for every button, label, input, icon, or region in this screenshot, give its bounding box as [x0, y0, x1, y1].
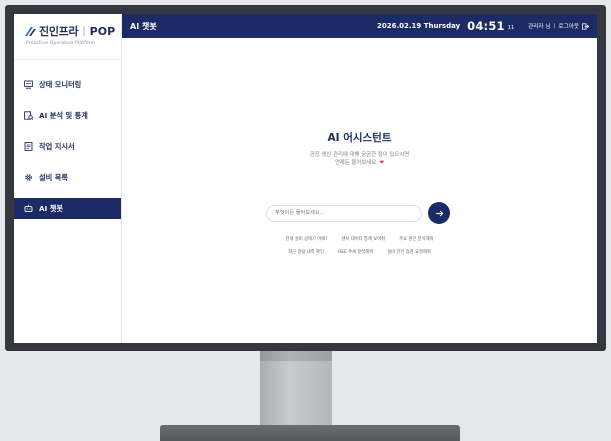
- sidebar-item-label: AI 분석 및 통계: [39, 110, 88, 120]
- sidebar-item-chatbot[interactable]: AI 챗봇: [14, 198, 121, 219]
- header-time: 04:51: [467, 19, 505, 33]
- brand-name: 진인프라: [39, 25, 79, 38]
- sidebar: 진인프라 | POP Proactive Operation Platform …: [14, 14, 122, 343]
- heart-icon: ❤: [379, 160, 385, 166]
- sidebar-nav: 상태 모니터링 AI 분석 및 통계 작업 지시서 설비 목록 AI 챗봇: [14, 74, 121, 219]
- header-date: 2026.02.19 Thursday: [376, 22, 461, 30]
- page-title: AI 챗봇: [130, 21, 157, 31]
- user-name: 관리자 님: [528, 24, 551, 30]
- arrow-right-icon: [435, 209, 444, 218]
- header-right: 2026.02.19 Thursday 04:51 11 관리자 님 | 로그아…: [377, 19, 597, 33]
- stand-shadow: [260, 351, 332, 361]
- brand-subtitle: Proactive Operation Platform: [26, 41, 96, 46]
- document-icon: [24, 142, 33, 151]
- sidebar-item-label: 상태 모니터링: [39, 79, 82, 89]
- description-line-2: 언제든 물어보세요. ❤: [122, 159, 597, 167]
- assistant-intro: AI 어시스턴트 공장 생산 관리에 대해 궁금한 점이 있으시면 언제든 물어…: [122, 130, 597, 167]
- brand-separator: |: [82, 25, 86, 37]
- header-seconds: 11: [507, 25, 515, 31]
- suggestion-chip[interactable]: 설비 안전 점검 요령해줘: [387, 249, 431, 255]
- suggestion-chip[interactable]: 최근 알람 내역 확인: [288, 249, 324, 255]
- brand-mark-icon: [24, 26, 36, 37]
- monitor-bezel: 진인프라 | POP Proactive Operation Platform …: [5, 5, 606, 351]
- header-bar: AI 챗봇 2026.02.19 Thursday 04:51 11 관리자 님…: [122, 14, 597, 38]
- header-divider: |: [553, 23, 556, 29]
- sidebar-item-label: 작업 지시서: [39, 141, 75, 151]
- logout-label: 로그아웃: [558, 24, 579, 30]
- brand-logo[interactable]: 진인프라 | POP Proactive Operation Platform: [14, 14, 121, 60]
- assistant-description: 공장 생산 관리에 대해 궁금한 점이 있으시면 언제든 물어보세요. ❤: [122, 151, 597, 167]
- description-line-2-text: 언제든 물어보세요.: [334, 160, 378, 166]
- sidebar-item-label: AI 챗봇: [39, 203, 63, 213]
- chatbot-icon: [24, 204, 33, 213]
- sidebar-item-equipment[interactable]: 설비 목록: [14, 167, 121, 188]
- monitor-icon: [24, 80, 33, 89]
- suggestion-row-2: 최근 알람 내역 확인 OEE 추세 분석해줘 설비 안전 점검 요령해줘: [122, 249, 597, 255]
- chat-input[interactable]: [266, 204, 422, 222]
- sidebar-item-monitoring[interactable]: 상태 모니터링: [14, 74, 121, 95]
- sidebar-item-label: 설비 목록: [39, 172, 68, 182]
- suggestion-chip[interactable]: 센서 데이터 통계 보여줘: [341, 236, 385, 242]
- chat-input-row: [266, 202, 450, 224]
- suggestion-chip[interactable]: 현재 설비 상태가 어때?: [286, 236, 328, 242]
- logout-button[interactable]: 로그아웃: [558, 22, 589, 30]
- description-line-1: 공장 생산 관리에 대해 궁금한 점이 있으시면: [309, 152, 410, 158]
- suggestion-chip[interactable]: 주요 원인 분석해줘: [399, 236, 433, 242]
- sidebar-item-work-orders[interactable]: 작업 지시서: [14, 136, 121, 157]
- logout-icon: [582, 22, 589, 30]
- screen: 진인프라 | POP Proactive Operation Platform …: [14, 14, 597, 343]
- monitor-stand-neck: [260, 351, 332, 425]
- suggestion-chip[interactable]: OEE 추세 분석해줘: [338, 249, 373, 255]
- brand-product: POP: [89, 24, 116, 38]
- analytics-icon: [24, 111, 33, 120]
- monitor-stand-base: [160, 425, 460, 441]
- sidebar-item-analytics[interactable]: AI 분석 및 통계: [14, 105, 121, 126]
- chat-main: AI 어시스턴트 공장 생산 관리에 대해 궁금한 점이 있으시면 언제든 물어…: [122, 38, 597, 343]
- send-button[interactable]: [428, 202, 450, 224]
- gear-icon: [24, 173, 33, 182]
- assistant-title: AI 어시스턴트: [327, 132, 392, 144]
- suggestion-row-1: 현재 설비 상태가 어때? 센서 데이터 통계 보여줘 주요 원인 분석해줘: [122, 236, 597, 242]
- brand-row: 진인프라 | POP: [24, 23, 121, 39]
